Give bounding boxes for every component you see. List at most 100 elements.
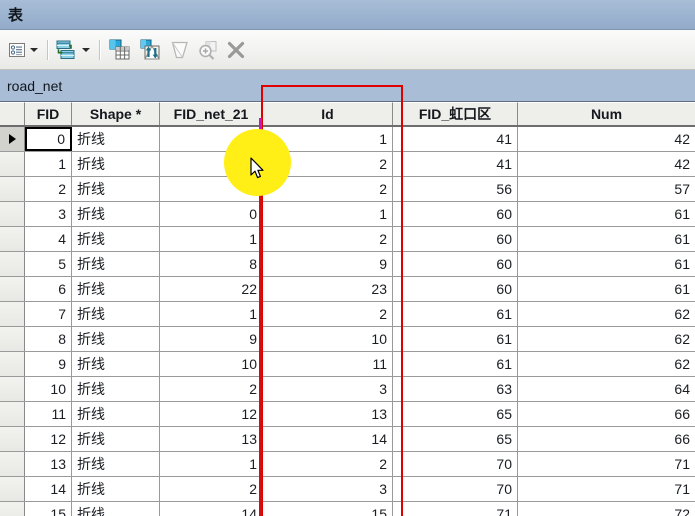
cell-fid-net-21[interactable]: 13 [160, 427, 263, 451]
cell-id[interactable]: 23 [263, 277, 393, 301]
cell-fid-hongkou[interactable]: 70 [393, 477, 518, 501]
table-row[interactable]: 14 折线 2 3 70 71 [0, 477, 695, 502]
layer-tab-road-net[interactable]: road_net [7, 78, 62, 94]
cell-num[interactable]: 62 [518, 302, 695, 326]
cell-fid-net-21[interactable]: 8 [160, 252, 263, 276]
row-selector[interactable] [0, 427, 25, 451]
cell-id[interactable]: 3 [263, 377, 393, 401]
cell-fid-net-21[interactable]: 10 [160, 352, 263, 376]
cell-shape[interactable]: 折线 [72, 452, 160, 476]
cell-id[interactable]: 2 [263, 152, 393, 176]
cell-fid-hongkou[interactable]: 61 [393, 327, 518, 351]
cell-id[interactable]: 13 [263, 402, 393, 426]
cell-num[interactable]: 71 [518, 452, 695, 476]
table-options-dropdown[interactable] [27, 36, 41, 64]
row-selector[interactable] [0, 327, 25, 351]
cell-shape[interactable]: 折线 [72, 402, 160, 426]
cell-id[interactable]: 2 [263, 227, 393, 251]
table-row[interactable]: 6 折线 22 23 60 61 [0, 277, 695, 302]
cell-num[interactable]: 61 [518, 227, 695, 251]
cell-fid-net-21[interactable]: 2 [160, 477, 263, 501]
cell-fid[interactable]: 11 [25, 402, 72, 426]
column-header-shape[interactable]: Shape * [72, 102, 160, 125]
cell-fid[interactable]: 15 [25, 502, 72, 516]
cell-num[interactable]: 66 [518, 427, 695, 451]
related-tables-button[interactable] [55, 36, 79, 64]
attribute-table-grid[interactable]: FID Shape * FID_net_21 Id FID_虹口区 Num 0折… [0, 102, 695, 516]
cell-num[interactable]: 57 [518, 177, 695, 201]
table-row[interactable]: 1 折线 1 2 41 42 [0, 152, 695, 177]
table-row[interactable]: 3 折线 0 1 60 61 [0, 202, 695, 227]
cell-fid-hongkou[interactable]: 70 [393, 452, 518, 476]
cell-fid-net-21[interactable]: 1 [160, 177, 263, 201]
table-row[interactable]: 13 折线 1 2 70 71 [0, 452, 695, 477]
cell-shape[interactable]: 折线 [72, 252, 160, 276]
cell-shape[interactable]: 折线 [72, 352, 160, 376]
cell-id[interactable]: 2 [263, 302, 393, 326]
row-selector[interactable] [0, 377, 25, 401]
cell-fid[interactable]: 13 [25, 452, 72, 476]
delete-button[interactable] [225, 36, 247, 64]
cell-fid[interactable]: 4 [25, 227, 72, 251]
row-selector[interactable] [0, 302, 25, 326]
cell-id[interactable]: 2 [263, 177, 393, 201]
table-row[interactable]: 0 折线 0 1 41 42 [0, 127, 695, 152]
table-row[interactable]: 12 折线 13 14 65 66 [0, 427, 695, 452]
row-selector[interactable] [0, 177, 25, 201]
cell-fid-net-21[interactable]: 2 [160, 377, 263, 401]
cell-shape[interactable]: 折线 [72, 377, 160, 401]
table-row[interactable]: 2 折线 1 2 56 57 [0, 177, 695, 202]
cell-fid[interactable]: 6 [25, 277, 72, 301]
column-header-num[interactable]: Num [518, 102, 695, 125]
column-header-fid-hongkou[interactable]: FID_虹口区 [393, 102, 518, 125]
select-by-attributes-button[interactable] [107, 36, 133, 64]
cell-fid-net-21[interactable]: 14 [160, 502, 263, 516]
row-selector[interactable] [0, 502, 25, 516]
cell-fid-hongkou[interactable]: 60 [393, 227, 518, 251]
table-row[interactable]: 8 折线 9 10 61 62 [0, 327, 695, 352]
cell-fid[interactable]: 8 [25, 327, 72, 351]
row-selector[interactable] [0, 352, 25, 376]
row-selector[interactable] [0, 202, 25, 226]
cell-fid-hongkou[interactable]: 56 [393, 177, 518, 201]
cell-fid-net-21[interactable]: 0 [160, 202, 263, 226]
cell-fid-hongkou[interactable]: 65 [393, 402, 518, 426]
cell-fid[interactable]: 9 [25, 352, 72, 376]
cell-fid-hongkou[interactable]: 41 [393, 127, 518, 151]
related-tables-dropdown[interactable] [79, 36, 93, 64]
cell-fid[interactable]: 7 [25, 302, 72, 326]
table-row[interactable]: 9 折线 10 11 61 62 [0, 352, 695, 377]
cell-fid-hongkou[interactable]: 61 [393, 302, 518, 326]
cell-shape[interactable]: 折线 [72, 152, 160, 176]
cell-id[interactable]: 10 [263, 327, 393, 351]
row-selector[interactable] [0, 402, 25, 426]
table-row[interactable]: 10 折线 2 3 63 64 [0, 377, 695, 402]
cell-fid-hongkou[interactable]: 60 [393, 252, 518, 276]
cell-num[interactable]: 61 [518, 252, 695, 276]
column-header-fid-net-21[interactable]: FID_net_21 [160, 102, 263, 125]
row-selector[interactable] [0, 252, 25, 276]
cell-shape[interactable]: 折线 [72, 202, 160, 226]
cell-num[interactable]: 42 [518, 127, 695, 151]
cell-fid-hongkou[interactable]: 61 [393, 352, 518, 376]
row-selector[interactable] [0, 127, 25, 151]
cell-num[interactable]: 64 [518, 377, 695, 401]
cell-fid-hongkou[interactable]: 60 [393, 277, 518, 301]
row-selector[interactable] [0, 277, 25, 301]
cell-fid-hongkou[interactable]: 41 [393, 152, 518, 176]
cell-num[interactable]: 72 [518, 502, 695, 516]
cell-id[interactable]: 11 [263, 352, 393, 376]
cell-fid-hongkou[interactable]: 60 [393, 202, 518, 226]
cell-id[interactable]: 2 [263, 452, 393, 476]
cell-id[interactable]: 3 [263, 477, 393, 501]
cell-shape[interactable]: 折线 [72, 277, 160, 301]
cell-fid-net-21[interactable]: 22 [160, 277, 263, 301]
cell-num[interactable]: 62 [518, 327, 695, 351]
table-row[interactable]: 15 折线 14 15 71 72 [0, 502, 695, 516]
row-selector[interactable] [0, 452, 25, 476]
cell-id[interactable]: 14 [263, 427, 393, 451]
cell-shape[interactable]: 折线 [72, 327, 160, 351]
cell-num[interactable]: 71 [518, 477, 695, 501]
table-row[interactable]: 4 折线 1 2 60 61 [0, 227, 695, 252]
cell-num[interactable]: 66 [518, 402, 695, 426]
